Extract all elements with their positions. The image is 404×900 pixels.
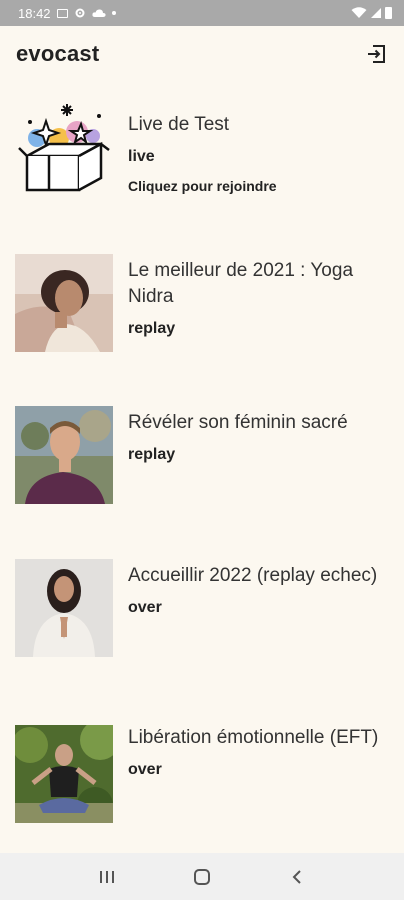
item-info: Accueillir 2022 (replay echec) over [128,563,388,617]
status-bar: 18:42 [0,0,404,26]
woman-portrait-photo [15,254,113,352]
home-button[interactable] [182,862,222,892]
item-info: Libération émotionnelle (EFT) over [128,725,388,779]
woman-praying-photo [15,559,113,657]
list-item[interactable]: Libération émotionnelle (EFT) over [15,725,395,835]
settings-notification-icon [75,8,85,18]
item-info: Le meilleur de 2021 : Yoga Nidra replay [128,258,388,338]
man-portrait-photo [15,406,113,504]
system-nav-bar [0,853,404,900]
notification-dot-icon [111,11,116,15]
item-title: Libération émotionnelle (EFT) [128,727,379,748]
app-title: evocast [16,41,100,66]
cloud-notification-icon [91,9,106,17]
list-item[interactable]: Accueillir 2022 (replay echec) over [15,559,395,659]
logout-icon [368,45,385,63]
signal-icon [371,8,381,18]
back-button[interactable] [277,862,317,892]
status-time: 18:42 [18,5,51,21]
gallery-notification-icon [56,8,68,18]
item-status: over [128,761,162,778]
list-item[interactable]: Le meilleur de 2021 : Yoga Nidra replay [15,254,395,354]
item-status: over [128,599,162,616]
man-meditating-photo [15,725,113,823]
item-info: Live de Test live Cliquez pour rejoindre [128,112,388,194]
list-item[interactable]: Live de Test live Cliquez pour rejoindre [15,98,395,208]
item-status: live [128,148,155,165]
item-status: replay [128,320,176,337]
item-title: Le meilleur de 2021 : Yoga Nidra [128,260,354,307]
app-header: evocast [0,26,404,82]
recent-apps-button[interactable] [87,862,127,892]
battery-icon [385,7,392,19]
item-title: Révéler son féminin sacré [128,412,348,433]
wifi-icon [351,7,367,18]
back-icon [292,869,301,884]
item-title: Live de Test [128,114,230,135]
gift-box-illustration-icon [15,98,113,196]
item-status: replay [128,446,176,463]
recent-apps-icon [100,870,115,883]
join-link[interactable]: Cliquez pour rejoindre [128,178,388,194]
item-title: Accueillir 2022 (replay echec) [128,565,378,586]
item-info: Révéler son féminin sacré replay [128,410,388,464]
list-item[interactable]: Révéler son féminin sacré replay [15,406,395,506]
logout-button[interactable] [364,42,388,66]
home-icon [193,868,210,885]
